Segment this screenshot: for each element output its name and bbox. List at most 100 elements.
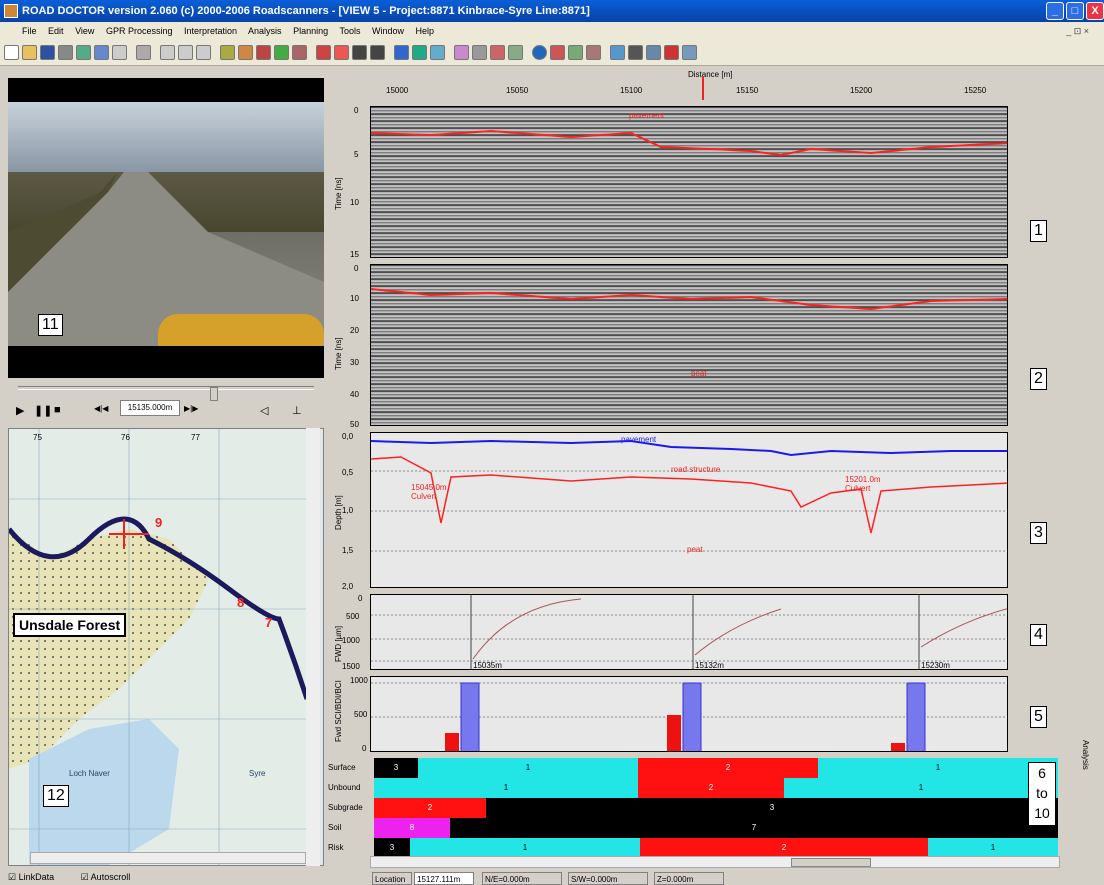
lane-segment[interactable]: 2 [374, 798, 486, 818]
paste-icon[interactable] [178, 45, 193, 60]
save-icon[interactable] [40, 45, 55, 60]
layer-thickness-plot[interactable]: pavement road structure peat 15045.0m Cu… [370, 432, 1008, 588]
lane-segment[interactable]: 3 [374, 838, 410, 858]
pause-icon[interactable]: ❚❚ [34, 404, 52, 417]
map-horizontal-scrollbar[interactable] [30, 852, 306, 864]
volume-icon[interactable]: ◁ [260, 404, 268, 417]
close-button[interactable]: X [1086, 2, 1104, 20]
gpr-profile-1[interactable]: pavement [370, 106, 1008, 258]
tool-icon[interactable] [238, 45, 253, 60]
location-field[interactable]: 15127.111m [414, 872, 474, 885]
map-marker[interactable]: 9 [155, 515, 162, 530]
flag-icon[interactable] [316, 45, 331, 60]
video-position-field[interactable]: 15135.000m [120, 400, 180, 416]
lane-subgrade[interactable]: 2 3 [374, 798, 1058, 818]
linkdata-checkbox[interactable]: ☑ LinkData [8, 872, 54, 882]
window-icon[interactable] [112, 45, 127, 60]
cut-icon[interactable] [160, 45, 175, 60]
lane-segment[interactable]: 7 [450, 818, 1058, 838]
menu-interpretation[interactable]: Interpretation [184, 26, 237, 36]
fwd-deflection-plot[interactable]: 15035m 15132m 15230m [370, 594, 1008, 670]
menu-gpr-processing[interactable]: GPR Processing [106, 26, 173, 36]
panel3-number: 3 [1030, 522, 1047, 544]
print-icon[interactable] [58, 45, 73, 60]
table-icon[interactable] [412, 45, 427, 60]
pin-icon[interactable] [550, 45, 565, 60]
zoom-icon[interactable] [568, 45, 583, 60]
menu-analysis[interactable]: Analysis [248, 26, 282, 36]
open-folder-icon[interactable] [22, 45, 37, 60]
plus-icon[interactable] [664, 45, 679, 60]
menu-planning[interactable]: Planning [293, 26, 328, 36]
menu-file[interactable]: File [22, 26, 37, 36]
stop-icon[interactable]: ■ [54, 404, 61, 416]
position-cursor[interactable] [702, 76, 704, 100]
new-file-icon[interactable] [4, 45, 19, 60]
video-seek-track[interactable] [18, 386, 314, 401]
menu-window[interactable]: Window [372, 26, 404, 36]
minimize-button[interactable]: _ [1046, 2, 1064, 20]
step-forward-button[interactable]: ▶|▶ [184, 404, 198, 413]
filter-icon[interactable] [430, 45, 445, 60]
crosshair-icon[interactable] [628, 45, 643, 60]
menu-tools[interactable]: Tools [339, 26, 360, 36]
chart-icon[interactable] [94, 45, 109, 60]
lane-segment[interactable]: 2 [638, 778, 784, 798]
menu-help[interactable]: Help [416, 26, 435, 36]
video-seek-thumb[interactable] [210, 387, 218, 401]
wave-icon[interactable] [586, 45, 601, 60]
step-back-button[interactable]: ◀|◀ [94, 404, 108, 413]
play-icon[interactable]: ▶ [16, 404, 24, 417]
scroll-thumb[interactable] [791, 858, 871, 867]
lane-segment[interactable]: 1 [410, 838, 640, 858]
mdi-controls[interactable]: _ ⊡ × [1066, 22, 1089, 40]
align-icon[interactable] [610, 45, 625, 60]
lane-segment[interactable]: 1 [928, 838, 1058, 858]
process-icon[interactable] [292, 45, 307, 60]
map-view[interactable]: 75 76 77 9 8 7 Unsdale Forest Loch Naver… [8, 428, 324, 866]
autoscroll-checkbox[interactable]: ☑ Autoscroll [81, 872, 131, 882]
lane-soil[interactable]: 8 7 [374, 818, 1058, 838]
grid-icon[interactable] [76, 45, 91, 60]
maximize-button[interactable]: □ [1066, 2, 1084, 20]
house-icon[interactable] [334, 45, 349, 60]
brush-icon[interactable] [472, 45, 487, 60]
copy-icon[interactable] [136, 45, 151, 60]
lane-segment[interactable]: 1 [818, 758, 1058, 778]
map-marker[interactable]: 7 [265, 615, 272, 630]
volume-slider-icon[interactable]: ⊥ [292, 404, 302, 417]
lane-segment[interactable]: 3 [486, 798, 1058, 818]
measure-icon[interactable] [256, 45, 271, 60]
split-icon[interactable] [646, 45, 661, 60]
marker-icon[interactable] [220, 45, 235, 60]
map-vertical-scrollbar[interactable] [306, 428, 320, 866]
profile-horizontal-scrollbar[interactable] [370, 856, 1060, 868]
gpr-profile-2[interactable]: peat [370, 264, 1008, 426]
lane-segment[interactable]: 2 [640, 838, 928, 858]
video-view[interactable]: 11 [8, 78, 324, 378]
arrow-left-icon[interactable] [370, 45, 385, 60]
lane-segment[interactable]: 1 [374, 778, 638, 798]
lane-segment[interactable]: 3 [374, 758, 418, 778]
lane-segment[interactable]: 2 [638, 758, 818, 778]
menu-bar: File Edit View GPR Processing Interpreta… [0, 22, 1104, 40]
lane-segment[interactable]: 1 [418, 758, 638, 778]
menu-view[interactable]: View [75, 26, 94, 36]
lane-risk[interactable]: 3 1 2 1 [374, 838, 1058, 858]
arrow-right-icon[interactable] [352, 45, 367, 60]
rotate-icon[interactable] [682, 45, 697, 60]
fwd-index-plot[interactable] [370, 676, 1008, 752]
menu-edit[interactable]: Edit [48, 26, 64, 36]
lane-unbound[interactable]: 1 2 1 [374, 778, 1058, 798]
graph-icon[interactable] [274, 45, 289, 60]
check-icon[interactable] [490, 45, 505, 60]
undo-icon[interactable] [196, 45, 211, 60]
lane-segment[interactable]: 1 [784, 778, 1058, 798]
doc-icon[interactable] [508, 45, 523, 60]
globe-icon[interactable] [532, 45, 547, 60]
pen-icon[interactable] [454, 45, 469, 60]
lane-segment[interactable]: 8 [374, 818, 450, 838]
layers-icon[interactable] [394, 45, 409, 60]
map-marker[interactable]: 8 [237, 595, 244, 610]
lane-surface[interactable]: 3 1 2 1 [374, 758, 1058, 778]
